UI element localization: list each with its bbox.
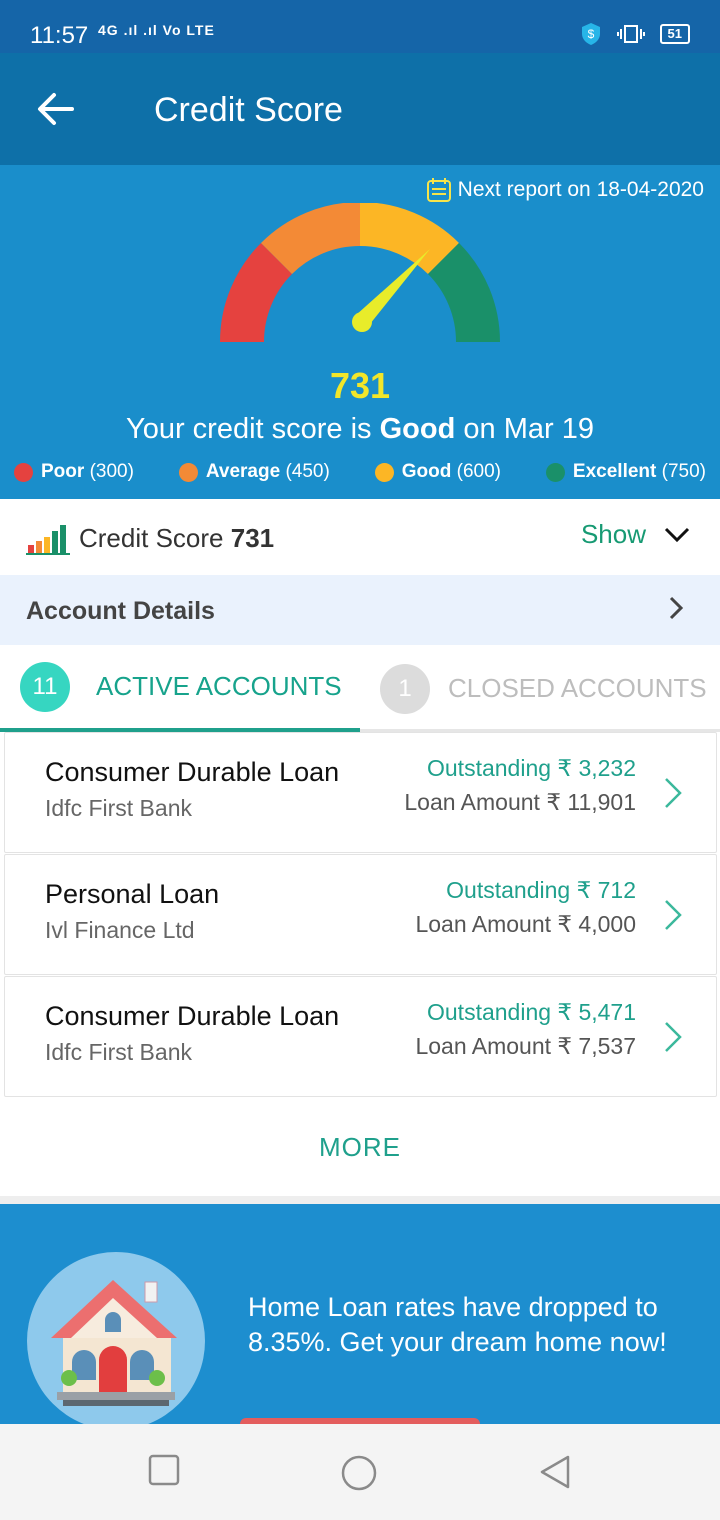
section-divider	[0, 1196, 720, 1204]
house-icon	[51, 1280, 177, 1406]
legend-dot	[14, 462, 33, 482]
legend-label: Poor	[41, 461, 85, 482]
next-report-info: Next report on 18-04-2020	[426, 177, 704, 203]
outstanding-amount: Outstanding ₹ 712	[446, 877, 636, 903]
bar-chart-icon	[26, 525, 70, 555]
credit-score-row-label: Credit Score 731	[79, 523, 274, 554]
loan-type: Consumer Durable Loan	[45, 757, 340, 787]
credit-score-row-text: Credit Score	[79, 523, 224, 553]
network-indicator: 4G .ıl .ıl Vo LTE	[98, 22, 215, 38]
loan-amount: Loan Amount ₹ 7,537	[415, 1033, 636, 1059]
more-row: MORE	[0, 1098, 720, 1196]
chevron-right-icon	[669, 596, 684, 620]
battery-indicator: 51	[659, 24, 690, 44]
next-report-text: Next report on 18-04-2020	[457, 178, 704, 201]
loan-type: Personal Loan	[45, 879, 220, 909]
credit-gauge	[220, 203, 500, 342]
score-summary-suffix: on Mar 19	[455, 413, 594, 445]
legend-label: Good	[401, 461, 452, 482]
legend-value: (450)	[285, 461, 330, 482]
lender-name: Ivl Finance Ltd	[45, 917, 195, 943]
account-details-label: Account Details	[26, 597, 215, 625]
credit-score-value: 731	[329, 365, 391, 406]
square-icon[interactable]	[148, 1454, 180, 1486]
vibrate-icon	[616, 25, 645, 43]
triangle-back-icon[interactable]	[538, 1454, 572, 1490]
loan-amount: Loan Amount ₹ 4,000	[415, 911, 636, 937]
tab-closed-accounts[interactable]: 1 CLOSED ACCOUNTS	[380, 645, 720, 732]
show-button[interactable]: Show	[581, 519, 690, 550]
legend-value: (600)	[456, 461, 501, 482]
loan-amount: Loan Amount ₹ 11,901	[404, 789, 636, 815]
loan-amounts: Outstanding ₹ 5,471 Loan Amount ₹ 7,537	[376, 999, 636, 1061]
legend-dot	[545, 462, 565, 482]
active-accounts-label: ACTIVE ACCOUNTS	[96, 671, 342, 701]
legend-excellent: Excellent (750)	[545, 461, 706, 483]
credit-score-row-value: 731	[230, 523, 275, 553]
score-legend: Poor (300) Average (450) Good (600) Exce…	[14, 461, 706, 483]
system-nav-bar	[0, 1424, 720, 1520]
calendar-icon	[426, 178, 451, 202]
loan-amounts: Outstanding ₹ 3,232 Loan Amount ₹ 11,901	[396, 755, 636, 817]
chevron-right-icon	[665, 778, 682, 808]
house-illustration	[27, 1252, 205, 1424]
legend-good: Good (600)	[374, 461, 501, 483]
shield-icon: $	[581, 23, 600, 45]
accounts-tabs: 11 ACTIVE ACCOUNTS 1 CLOSED ACCOUNTS	[0, 645, 720, 732]
chevron-down-icon	[664, 527, 690, 542]
legend-poor: Poor (300)	[14, 461, 134, 483]
credit-score-summary: Your credit score is Good on Mar 19	[0, 413, 720, 446]
promo-text: Home Loan rates have dropped to 8.35%. G…	[248, 1292, 667, 1357]
account-card[interactable]: Personal Loan Ivl Finance Ltd Outstandin…	[4, 854, 717, 975]
account-card[interactable]: Consumer Durable Loan Idfc First Bank Ou…	[4, 732, 717, 853]
more-button[interactable]: MORE	[319, 1132, 401, 1163]
lender-name: Idfc First Bank	[45, 795, 192, 821]
legend-label: Average	[205, 461, 281, 482]
closed-accounts-label: CLOSED ACCOUNTS	[448, 673, 707, 703]
svg-text:$: $	[587, 27, 594, 41]
active-accounts-count: 11	[20, 661, 70, 712]
loan-type: Consumer Durable Loan	[45, 1001, 340, 1031]
credit-score-row: Credit Score 731 Show	[0, 499, 720, 575]
tab-active-accounts[interactable]: 11 ACTIVE ACCOUNTS	[0, 645, 360, 732]
outstanding-amount: Outstanding ₹ 3,232	[427, 755, 636, 781]
gauge-needle	[352, 249, 430, 332]
back-button[interactable]	[34, 89, 78, 129]
circle-icon[interactable]	[340, 1454, 378, 1492]
legend-label: Excellent	[572, 461, 657, 482]
loan-amounts: Outstanding ₹ 712 Loan Amount ₹ 4,000	[376, 877, 636, 939]
app-bar: Credit Score	[0, 53, 720, 165]
chevron-right-icon	[665, 1022, 682, 1052]
status-time: 11:57	[30, 22, 89, 49]
back-arrow-icon	[38, 93, 74, 125]
legend-value: (750)	[661, 461, 706, 482]
closed-accounts-count: 1	[380, 663, 430, 714]
legend-dot	[374, 462, 394, 482]
legend-average: Average (450)	[178, 461, 330, 483]
status-icons: $ 51	[580, 22, 690, 46]
score-rating: Good	[379, 413, 456, 445]
show-label: Show	[580, 519, 646, 549]
account-details-row[interactable]: Account Details	[0, 575, 720, 645]
home-loan-promo[interactable]: Home Loan rates have dropped to 8.35%. G…	[0, 1204, 720, 1424]
status-bar: 11:57 4G .ıl .ıl Vo LTE $ 51	[0, 0, 720, 53]
legend-dot	[178, 462, 198, 482]
page-title: Credit Score	[154, 91, 343, 129]
score-summary-prefix: Your credit score is	[126, 413, 380, 445]
credit-score-hero: Next report on 18-04-2020 731 Your credi…	[0, 165, 720, 499]
lender-name: Idfc First Bank	[45, 1039, 192, 1065]
outstanding-amount: Outstanding ₹ 5,471	[427, 999, 636, 1025]
chevron-right-icon	[665, 900, 682, 930]
account-card[interactable]: Consumer Durable Loan Idfc First Bank Ou…	[4, 976, 717, 1097]
legend-value: (300)	[89, 461, 134, 482]
